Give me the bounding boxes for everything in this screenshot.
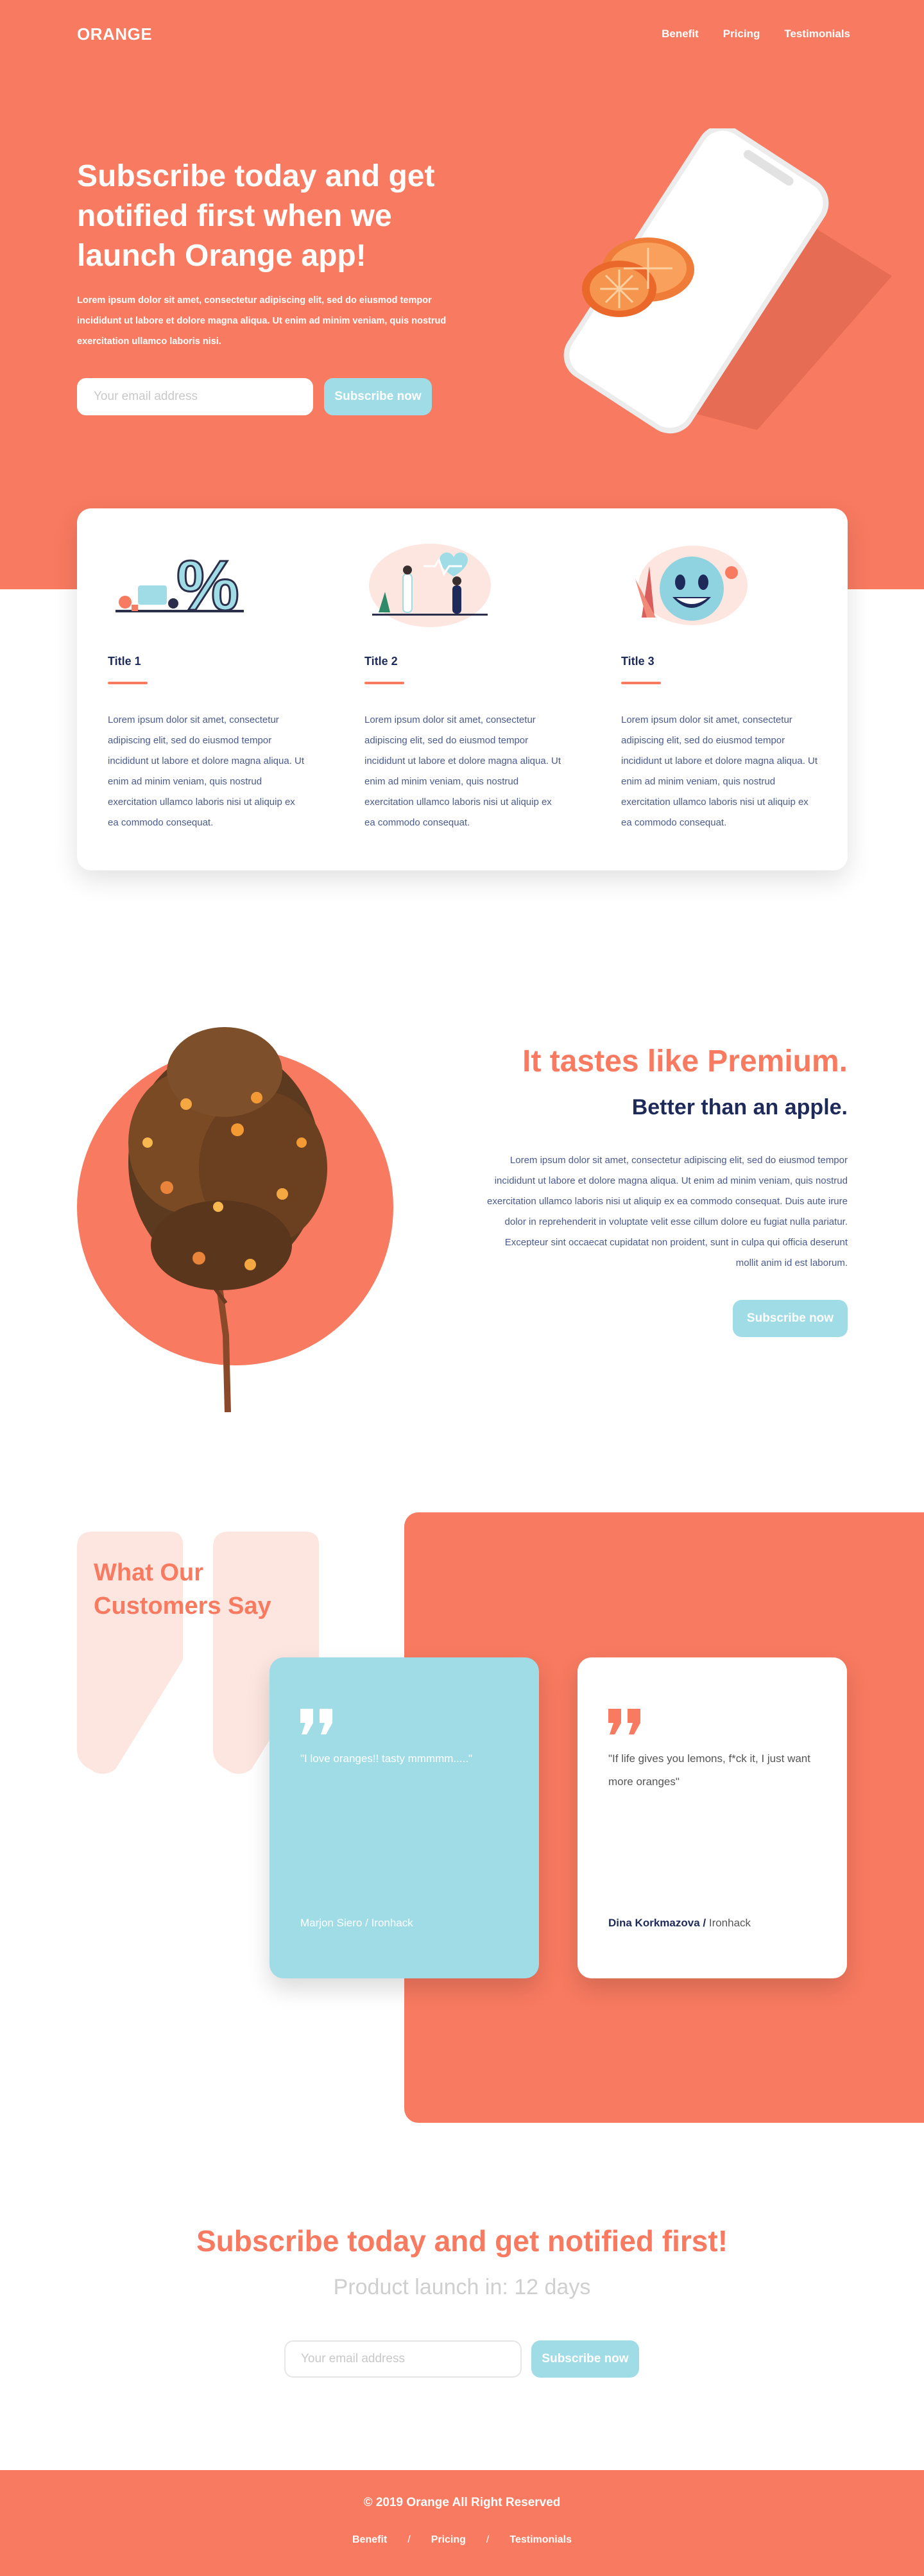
discount-percent-illustration: % bbox=[103, 540, 244, 630]
author-name: Dina Korkmazova / bbox=[608, 1917, 706, 1929]
premium-subtitle: Better than an apple. bbox=[631, 1095, 848, 1119]
premium-title: It tastes like Premium. bbox=[522, 1044, 848, 1078]
author-name: Marjon Siero / bbox=[300, 1917, 368, 1929]
subscribe-button[interactable]: Subscribe now bbox=[531, 2340, 639, 2378]
testimonial-card: "If life gives you lemons, f*ck it, I ju… bbox=[578, 1657, 847, 1978]
footer-link-benefit[interactable]: Benefit bbox=[352, 2534, 387, 2546]
nav-link-pricing[interactable]: Pricing bbox=[723, 28, 760, 40]
footer-separator: / bbox=[486, 2534, 490, 2545]
launch-countdown: Product launch in: 12 days bbox=[333, 2275, 591, 2299]
subscribe-email-input[interactable] bbox=[284, 2340, 522, 2378]
hero-description: Lorem ipsum dolor sit amet, consectetur … bbox=[77, 295, 447, 347]
feature-title: Title 1 bbox=[108, 655, 141, 668]
footer-link-pricing[interactable]: Pricing bbox=[431, 2534, 466, 2546]
testimonial-card: "I love oranges!! tasty mmmmm....." Marj… bbox=[270, 1657, 539, 1978]
author-org: Ironhack bbox=[371, 1917, 413, 1929]
smiley-face-illustration bbox=[616, 540, 757, 630]
feature-1: % Title 1 Lorem ipsum dolor sit amet, co… bbox=[77, 508, 304, 870]
feature-2: Title 2 Lorem ipsum dolor sit amet, cons… bbox=[334, 508, 561, 870]
features-card: % Title 1 Lorem ipsum dolor sit amet, co… bbox=[77, 508, 848, 870]
hero-subscribe-button[interactable]: Subscribe now bbox=[324, 378, 432, 415]
logo[interactable]: ORANGE bbox=[77, 24, 152, 44]
subscribe-title: Subscribe today and get notified first! bbox=[196, 2224, 728, 2258]
svg-text:%: % bbox=[176, 546, 239, 625]
feature-underline bbox=[621, 682, 661, 684]
hero-title: Subscribe today and get notified first w… bbox=[77, 159, 435, 273]
feature-text: Lorem ipsum dolor sit amet, consectetur … bbox=[108, 714, 305, 828]
feature-underline bbox=[108, 682, 148, 684]
feature-title: Title 3 bbox=[621, 655, 654, 668]
orange-tree-icon bbox=[90, 1001, 372, 1413]
footer-link-testimonials[interactable]: Testimonials bbox=[509, 2534, 572, 2546]
feature-underline bbox=[364, 682, 404, 684]
nav-link-testimonials[interactable]: Testimonials bbox=[784, 28, 850, 40]
testimonial-quote: "I love oranges!! tasty mmmmm....." bbox=[300, 1752, 473, 1765]
testimonials-title: What Our Customers Say bbox=[94, 1559, 271, 1620]
phone-with-orange-icon bbox=[488, 125, 898, 437]
feature-text: Lorem ipsum dolor sit amet, consectetur … bbox=[621, 714, 818, 828]
quote-mark-icon bbox=[608, 1709, 643, 1734]
feature-title: Title 2 bbox=[364, 655, 398, 668]
testimonial-quote: "If life gives you lemons, f*ck it, I ju… bbox=[608, 1752, 810, 1788]
feature-3: Title 3 Lorem ipsum dolor sit amet, cons… bbox=[590, 508, 817, 870]
footer-links: Benefit / Pricing / Testimonials bbox=[0, 2534, 924, 2546]
footer-separator: / bbox=[407, 2534, 411, 2545]
quote-mark-icon bbox=[300, 1709, 335, 1734]
hero-section: ORANGE Benefit Pricing Testimonials Subs… bbox=[0, 0, 924, 589]
hero-email-input[interactable] bbox=[77, 378, 313, 415]
testimonial-author: Dina Korkmazova / Ironhack bbox=[608, 1917, 751, 1930]
nav-link-benefit[interactable]: Benefit bbox=[662, 28, 699, 40]
top-nav: ORANGE Benefit Pricing Testimonials bbox=[77, 24, 850, 44]
premium-text: Lorem ipsum dolor sit amet, consectetur … bbox=[487, 1155, 848, 1268]
health-heart-illustration bbox=[359, 540, 501, 630]
nav-links: Benefit Pricing Testimonials bbox=[662, 28, 850, 40]
feature-text: Lorem ipsum dolor sit amet, consectetur … bbox=[364, 714, 561, 828]
landing-page: ORANGE Benefit Pricing Testimonials Subs… bbox=[0, 0, 924, 2576]
testimonial-author: Marjon Siero / Ironhack bbox=[300, 1917, 413, 1930]
premium-subscribe-button[interactable]: Subscribe now bbox=[733, 1300, 848, 1337]
copyright: © 2019 Orange All Right Reserved bbox=[363, 2496, 561, 2509]
author-org: Ironhack bbox=[708, 1917, 751, 1929]
footer: © 2019 Orange All Right Reserved Benefit… bbox=[0, 2470, 924, 2576]
